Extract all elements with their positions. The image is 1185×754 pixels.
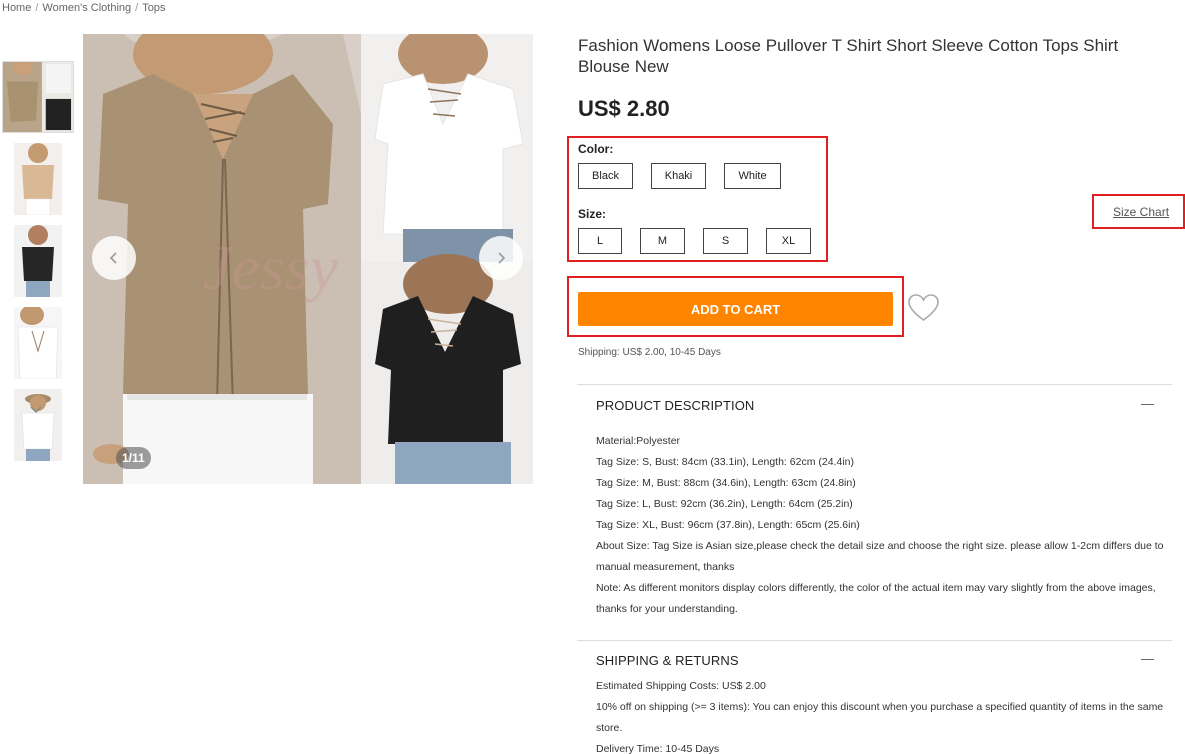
main-product-image: Jessy 1/11 (83, 34, 533, 484)
size-chart-link[interactable]: Size Chart (1113, 205, 1169, 219)
shipping-summary: Shipping: US$ 2.00, 10-45 Days (578, 347, 721, 358)
heart-icon[interactable] (907, 293, 940, 323)
thumbnail-5[interactable] (14, 389, 62, 461)
next-image-button[interactable] (479, 236, 523, 280)
breadcrumb-separator: / (35, 2, 39, 14)
description-line: Material:Polyester (596, 435, 681, 447)
color-label: Color: (578, 142, 614, 156)
description-line: Note: As different monitors display colo… (596, 582, 1156, 615)
breadcrumb-separator: / (135, 2, 139, 14)
breadcrumb-womens-clothing[interactable]: Women's Clothing (42, 2, 131, 14)
breadcrumb-tops[interactable]: Tops (142, 2, 165, 14)
description-line: About Size: Tag Size is Asian size,pleas… (596, 540, 1164, 573)
product-photo: Jessy (83, 34, 533, 484)
add-to-cart-button[interactable]: ADD TO CART (578, 292, 893, 326)
chevron-left-icon (109, 252, 117, 264)
shipping-line: Delivery Time: 10-45 Days (596, 743, 720, 754)
breadcrumb: Home / Women's Clothing / Tops (2, 2, 165, 14)
size-option-m[interactable]: M (640, 228, 685, 254)
color-option-khaki[interactable]: Khaki (651, 163, 706, 189)
product-price: US$ 2.80 (578, 96, 670, 121)
description-line: Tag Size: M, Bust: 88cm (34.6in), Length… (596, 477, 856, 489)
size-label: Size: (578, 207, 607, 221)
product-description-body: Material:Polyester Tag Size: S, Bust: 84… (596, 431, 1166, 620)
description-line: Tag Size: S, Bust: 84cm (33.1in), Length… (596, 456, 854, 468)
divider (577, 384, 1172, 385)
color-option-black[interactable]: Black (578, 163, 633, 189)
description-line: Tag Size: L, Bust: 92cm (36.2in), Length… (596, 498, 853, 510)
product-title: Fashion Womens Loose Pullover T Shirt Sh… (578, 36, 1119, 76)
shipping-returns-body: Estimated Shipping Costs: US$ 2.00 10% o… (596, 676, 1166, 754)
color-option-white[interactable]: White (724, 163, 781, 189)
shipping-returns-heading[interactable]: SHIPPING & RETURNS (596, 653, 739, 668)
minus-icon[interactable] (1141, 404, 1154, 405)
thumbnail-3[interactable] (14, 225, 62, 297)
image-counter: 1/11 (116, 447, 151, 469)
thumbnail-1[interactable] (2, 61, 74, 133)
shipping-line: 10% off on shipping (>= 3 items): You ca… (596, 701, 1164, 734)
size-option-l[interactable]: L (578, 228, 622, 254)
size-option-xl[interactable]: XL (766, 228, 811, 254)
svg-text:Jessy: Jessy (203, 232, 339, 303)
previous-image-button[interactable] (92, 236, 136, 280)
description-line: Tag Size: XL, Bust: 96cm (37.8in), Lengt… (596, 519, 860, 531)
breadcrumb-home[interactable]: Home (2, 2, 31, 14)
product-description-heading[interactable]: PRODUCT DESCRIPTION (596, 398, 754, 413)
divider (577, 640, 1172, 641)
chevron-right-icon (498, 252, 506, 264)
thumbnail-2[interactable] (14, 143, 62, 215)
minus-icon[interactable] (1141, 659, 1154, 660)
chevron-down-icon[interactable] (28, 404, 44, 416)
size-option-s[interactable]: S (703, 228, 748, 254)
thumbnail-4[interactable] (14, 307, 62, 379)
shipping-line: Estimated Shipping Costs: US$ 2.00 (596, 680, 766, 692)
